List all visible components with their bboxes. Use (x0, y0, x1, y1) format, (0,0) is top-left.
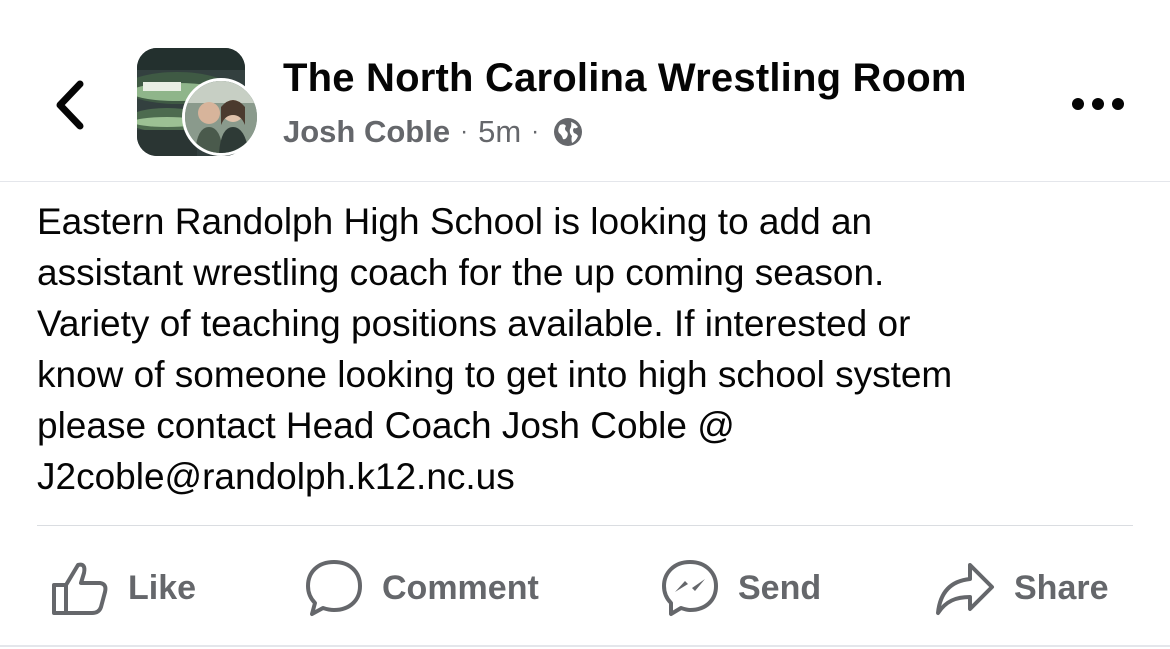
post-header: The North Carolina Wrestling Room Josh C… (0, 0, 1170, 182)
post-body-text: Eastern Randolph High School is looking … (37, 196, 1147, 502)
share-label: Share (1014, 568, 1109, 607)
author-name-link[interactable]: Josh Coble (283, 114, 450, 150)
user-photo (185, 81, 257, 153)
post-meta: Josh Coble · 5m · (283, 112, 585, 152)
like-button[interactable]: Like (50, 548, 196, 628)
more-options-button[interactable] (1066, 84, 1130, 124)
post-screen: The North Carolina Wrestling Room Josh C… (0, 0, 1170, 649)
globe-icon (551, 115, 585, 149)
comment-button[interactable]: Comment (304, 548, 539, 628)
send-label: Send (738, 568, 822, 607)
send-button[interactable]: Send (660, 548, 821, 628)
meta-separator: · (460, 118, 469, 145)
post-line: Variety of teaching positions available.… (37, 303, 911, 344)
post-line: assistant wrestling coach for the up com… (37, 252, 885, 293)
group-name-link[interactable]: The North Carolina Wrestling Room (283, 56, 967, 101)
header-divider (0, 181, 1170, 182)
post-time[interactable]: 5m (478, 114, 521, 150)
bottom-divider (0, 645, 1170, 647)
actions-divider (37, 525, 1133, 526)
post-email-line: J2coble@randolph.k12.nc.us (37, 456, 515, 497)
messenger-icon (662, 560, 718, 616)
user-avatar[interactable] (182, 78, 260, 156)
post-action-bar: Like Comment Send Share (0, 548, 1170, 628)
more-horizontal-icon (1072, 98, 1124, 110)
share-arrow-icon (936, 563, 994, 615)
chevron-left-icon (56, 80, 84, 130)
comment-bubble-icon (306, 560, 362, 616)
share-button[interactable]: Share (934, 548, 1109, 628)
comment-label: Comment (382, 568, 539, 607)
post-line: Eastern Randolph High School is looking … (37, 201, 873, 242)
post-line: please contact Head Coach Josh Coble @ (37, 405, 735, 446)
back-button[interactable] (40, 70, 100, 140)
meta-separator: · (531, 118, 540, 145)
thumbs-up-icon (52, 562, 108, 615)
like-label: Like (128, 568, 197, 607)
post-line: know of someone looking to get into high… (37, 354, 953, 395)
